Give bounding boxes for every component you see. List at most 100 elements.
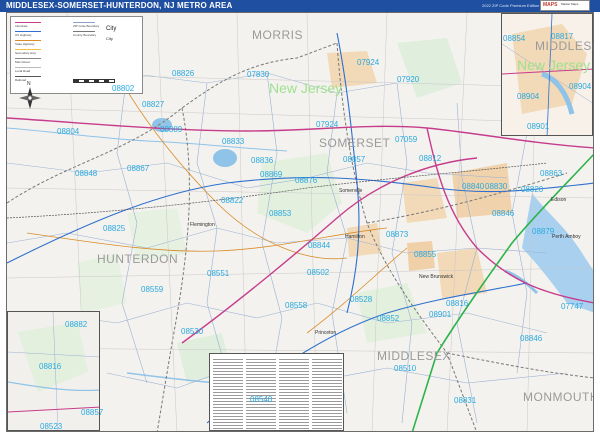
zip-label: 08816 [39, 362, 62, 371]
zip-label: 08863 [540, 169, 563, 178]
legend-line-secondary [15, 49, 41, 50]
legend-city-large: City [106, 26, 117, 32]
zip-label: 07747 [561, 302, 584, 311]
zip-label: 08846 [520, 334, 543, 343]
title-bar: MIDDLESEX-SOMERSET-HUNTERDON, NJ METRO A… [0, 0, 600, 12]
legend-label: County Boundary [73, 33, 97, 37]
map-canvas[interactable]: Interstate US Highway State Highway Seco… [6, 12, 594, 432]
zip-label: 08817 [551, 32, 574, 41]
zip-label: 08833 [222, 137, 245, 146]
logo-sub: Market Maps [561, 2, 579, 6]
city-label: Hamilton [345, 234, 365, 240]
zip-label: 08804 [57, 127, 80, 136]
zip-label: 07924 [357, 58, 380, 67]
legend-line-railroad [15, 76, 41, 77]
zip-label: 07920 [397, 75, 420, 84]
zip-label: 08820 [521, 185, 544, 194]
zip-label: 08854 [503, 34, 526, 43]
park-area [397, 38, 462, 98]
map-title: MIDDLESEX-SOMERSET-HUNTERDON, NJ METRO A… [6, 1, 233, 10]
legend-line-us-highway [15, 31, 41, 32]
county-label: HUNTERDON [97, 252, 179, 266]
zip-label: 08822 [221, 196, 244, 205]
index-column [279, 357, 309, 429]
legend-line-main-road [15, 58, 41, 59]
park-area [357, 283, 427, 343]
index-column [213, 357, 243, 429]
zip-label: 07830 [247, 70, 270, 79]
zip-label: 08901 [429, 310, 452, 319]
edition-label: 2022 ZIP Code Premium Edition [482, 3, 540, 8]
zip-label: 08879 [532, 227, 555, 236]
legend-label: Railroad [15, 78, 27, 82]
state-label: New Jersey [269, 80, 343, 96]
zip-label: 08812 [419, 154, 442, 163]
county-label: MORRIS [252, 28, 303, 42]
zip-label: 07059 [395, 135, 418, 144]
zip-label: 08836 [251, 156, 274, 165]
city-label: Perth Amboy [552, 234, 581, 240]
zip-label: 08901 [527, 122, 550, 131]
compass-icon [19, 87, 41, 109]
county-label: MONMOUTH [523, 390, 594, 404]
legend-line-county [73, 31, 95, 32]
zip-label: 08889 [160, 125, 183, 134]
zip-label: 08558 [285, 301, 308, 310]
reservoir [213, 149, 237, 167]
county-label: MIDDLESEX [377, 349, 451, 363]
city-label: New Brunswick [419, 274, 454, 280]
zip-label: 08825 [103, 224, 126, 233]
legend-line-local-road [15, 67, 41, 68]
zip-label: 08857 [81, 408, 104, 417]
zip-label: 08551 [207, 269, 230, 278]
zip-label: 08904 [569, 82, 592, 91]
zip-label: 08853 [269, 209, 292, 218]
zip-label: 08510 [394, 364, 417, 373]
zip-label: 08528 [350, 295, 373, 304]
legend-label: Interstate [15, 24, 28, 28]
index-column [312, 357, 342, 429]
zip-label: 08523 [40, 422, 63, 431]
map-poster: MIDDLESEX-SOMERSET-HUNTERDON, NJ METRO A… [0, 0, 600, 435]
zip-label: 08904 [517, 92, 540, 101]
zip-label: 08502 [307, 268, 330, 277]
zip-label: 08882 [65, 320, 88, 329]
zip-label: 07924 [316, 120, 339, 129]
zip-label: 08540 [250, 395, 273, 404]
legend-line-interstate [15, 22, 41, 23]
city-label: Flemington [190, 222, 215, 228]
zip-label: 08857 [343, 155, 366, 164]
zip-label: 08802 [112, 84, 135, 93]
inset-map-middlesex[interactable] [501, 13, 593, 136]
index-column [246, 357, 276, 429]
county-label: SOMERSET [319, 136, 391, 150]
county-label: MIDDLESEX [535, 39, 593, 53]
zip-label: 08816 [446, 299, 469, 308]
legend-label: Secondary Hwy [15, 51, 37, 55]
zip-label: 08830 [485, 182, 508, 191]
zip-label: 08852 [377, 314, 400, 323]
zip-label: 08844 [308, 241, 331, 250]
legend-label: Main Road [15, 60, 30, 64]
zip-label: 08827 [142, 100, 165, 109]
zip-label: 08826 [172, 69, 195, 78]
zip-label: 08840 [462, 182, 485, 191]
legend-scale-bar [73, 79, 115, 83]
zip-label: 08846 [492, 209, 515, 218]
legend-label: State Highway [15, 42, 35, 46]
logo-brand: MAPS [543, 2, 558, 8]
legend-line-zip [73, 22, 95, 23]
zip-label: 08876 [295, 176, 318, 185]
publisher-logo: MAPS Market Maps [540, 0, 590, 11]
urban-area [347, 223, 382, 257]
city-label: Princeton [315, 330, 337, 336]
zip-label: 08831 [454, 396, 477, 405]
legend-city-small: City [106, 36, 113, 41]
zip-label: 08559 [141, 285, 164, 294]
inset-base [502, 14, 592, 135]
legend-line-state-highway [15, 40, 41, 41]
state-label: New Jersey [517, 57, 591, 73]
zip-index-table [209, 353, 344, 431]
city-label: Edison [551, 197, 567, 203]
zip-label: 08867 [127, 164, 150, 173]
